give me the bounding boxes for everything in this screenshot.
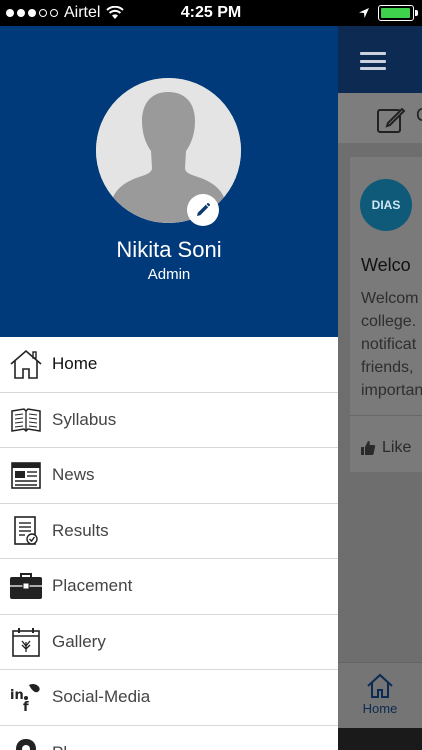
- compose-label: C: [416, 105, 422, 126]
- location-arrow-icon: [359, 8, 369, 18]
- post-title: Welco: [361, 255, 411, 275]
- menu-item-label: Gallery: [52, 631, 106, 651]
- post-body-line: notificat: [361, 336, 417, 353]
- menu-item-label: Pl: [52, 743, 67, 750]
- app-header: [338, 26, 422, 93]
- menu-item-label: Results: [52, 520, 109, 540]
- avatar: [96, 78, 241, 223]
- edit-profile-button[interactable]: [187, 194, 219, 226]
- social-media-icon: in f: [0, 670, 52, 725]
- home-icon: [0, 337, 52, 392]
- newspaper-icon: [0, 448, 52, 503]
- menu-item-syllabus[interactable]: Syllabus: [0, 392, 338, 448]
- tab-home[interactable]: Home: [360, 673, 400, 716]
- post-body-line: Welcom: [361, 290, 419, 307]
- menu-item-label: Syllabus: [52, 409, 117, 429]
- menu-item-news[interactable]: News: [0, 448, 338, 504]
- post-body-line: college.: [361, 313, 417, 330]
- menu-item-label: Social-Media: [52, 687, 151, 707]
- post-body-line: friends,: [361, 359, 414, 376]
- home-icon: [367, 673, 393, 698]
- profile-header: Nikita Soni Admin: [0, 26, 338, 337]
- post-body: Welcom college. notificat friends, impor…: [361, 287, 422, 402]
- location-icon: [0, 725, 52, 750]
- menu-item-placement[interactable]: Placement: [0, 559, 338, 615]
- menu-icon[interactable]: [360, 52, 386, 70]
- like-button[interactable]: Like: [360, 439, 411, 457]
- like-label: Like: [382, 439, 412, 456]
- navigation-drawer: Nikita Soni Admin Home Syllabus News Res…: [0, 26, 338, 750]
- profile-role: Admin: [147, 266, 191, 283]
- menu-item-label: Home: [52, 354, 98, 374]
- menu-item-label: Placement: [52, 576, 133, 596]
- menu-item-home[interactable]: Home: [0, 337, 338, 393]
- battery-icon: [378, 5, 418, 21]
- menu-item-label: News: [52, 465, 95, 485]
- svg-text:f: f: [23, 700, 29, 713]
- card-divider: [350, 415, 422, 416]
- compose-bar[interactable]: C: [338, 93, 422, 143]
- post-body-line: importan: [361, 382, 422, 399]
- dias-logo: DIAS: [360, 179, 412, 231]
- menu-item-results[interactable]: Results: [0, 503, 338, 559]
- results-icon: [0, 503, 52, 558]
- gallery-icon: [0, 614, 52, 669]
- background-app[interactable]: C DIAS Welco Welcom college. notificat f…: [338, 26, 422, 750]
- tab-home-label: Home: [362, 701, 398, 716]
- menu-item-gallery[interactable]: Gallery: [0, 614, 338, 670]
- user-silhouette-icon: [96, 78, 241, 223]
- book-icon: [0, 392, 52, 447]
- compose-icon: [377, 107, 406, 133]
- thumbs-up-icon: [361, 441, 376, 455]
- status-bar: Airtel 4:25 PM: [0, 0, 422, 26]
- bottom-tab-bar: Home: [338, 662, 422, 728]
- post-card: DIAS Welco Welcom college. notificat fri…: [350, 157, 422, 472]
- drawer-menu: Home Syllabus News Results Placement Gal…: [0, 337, 338, 750]
- briefcase-icon: [0, 559, 52, 614]
- menu-item-social-media[interactable]: in f Social-Media: [0, 670, 338, 726]
- pencil-icon: [197, 203, 210, 216]
- menu-item-places[interactable]: Pl: [0, 726, 338, 750]
- svg-text:in: in: [10, 688, 24, 703]
- profile-name: Nikita Soni: [116, 237, 222, 262]
